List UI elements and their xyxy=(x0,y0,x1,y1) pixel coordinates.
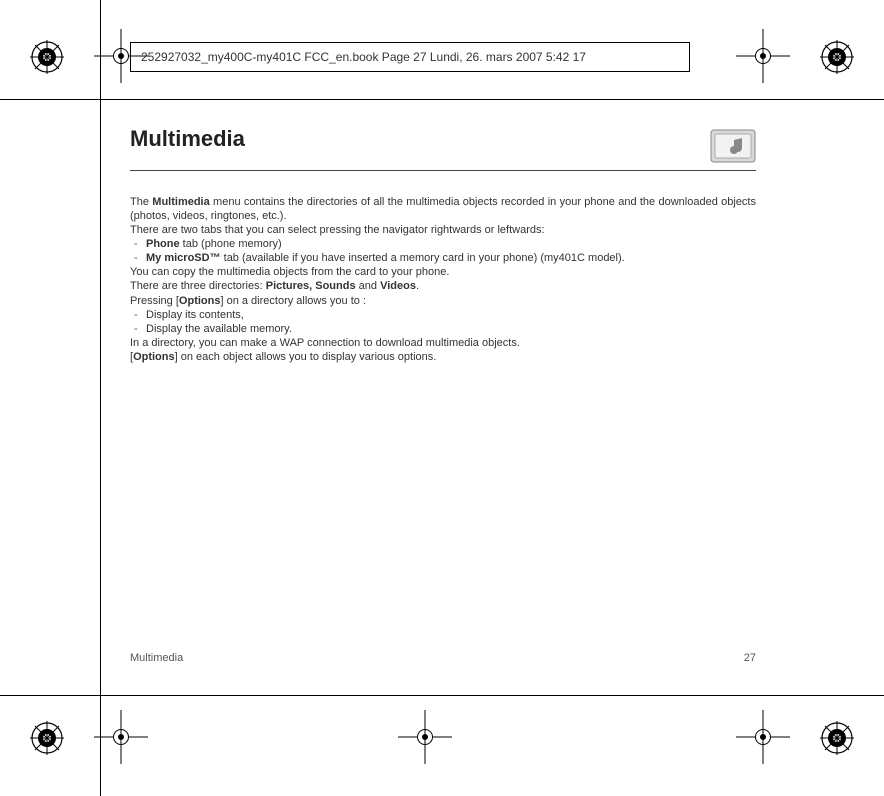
footer-section: Multimedia xyxy=(130,652,183,664)
multimedia-icon xyxy=(710,126,756,166)
list-item: Display its contents, xyxy=(130,308,756,322)
paragraph: Pressing [Options] on a directory allows… xyxy=(130,294,756,308)
paragraph: [Options] on each object allows you to d… xyxy=(130,350,756,364)
registration-mark-icon xyxy=(30,40,64,74)
document-header-text: 252927032_my400C-my401C FCC_en.book Page… xyxy=(141,50,586,64)
page-title: Multimedia xyxy=(130,126,710,152)
footer-page-number: 27 xyxy=(744,652,756,664)
frame-line-top xyxy=(0,99,884,100)
body-text: The Multimedia menu contains the directo… xyxy=(130,195,756,364)
registration-mark-icon xyxy=(820,721,854,755)
paragraph: There are three directories: Pictures, S… xyxy=(130,279,756,293)
frame-line-vertical xyxy=(100,0,101,796)
crop-mark-icon xyxy=(94,710,148,764)
document-header: 252927032_my400C-my401C FCC_en.book Page… xyxy=(130,42,690,72)
content-area: Multimedia The Multimedia menu contains … xyxy=(130,126,756,364)
page-footer: Multimedia 27 xyxy=(130,652,756,664)
crop-mark-icon xyxy=(736,29,790,83)
list-item: Display the available memory. xyxy=(130,322,756,336)
frame-line-bottom xyxy=(0,695,884,696)
list-item: My microSD™ tab (available if you have i… xyxy=(130,251,756,265)
crop-mark-icon xyxy=(398,710,452,764)
paragraph: You can copy the multimedia objects from… xyxy=(130,265,756,279)
paragraph: There are two tabs that you can select p… xyxy=(130,223,756,237)
registration-mark-icon xyxy=(820,40,854,74)
title-rule xyxy=(130,170,756,171)
paragraph: In a directory, you can make a WAP conne… xyxy=(130,336,756,350)
crop-mark-icon xyxy=(736,710,790,764)
paragraph: The Multimedia menu contains the directo… xyxy=(130,195,756,223)
list-item: Phone tab (phone memory) xyxy=(130,237,756,251)
registration-mark-icon xyxy=(30,721,64,755)
